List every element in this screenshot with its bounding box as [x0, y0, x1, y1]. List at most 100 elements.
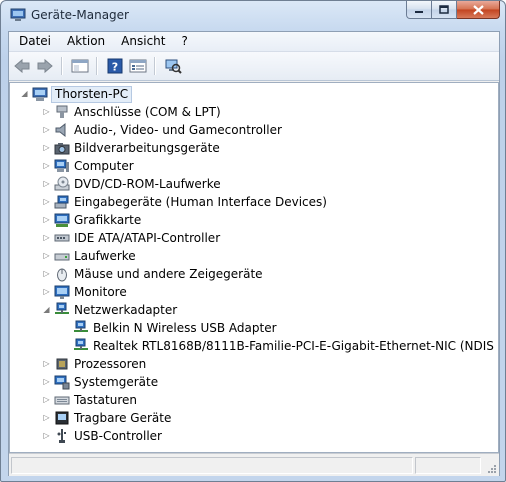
speaker-icon	[55, 122, 66, 138]
tree-category-row[interactable]: ▷ Bildverarbeitungsgeräte	[10, 139, 490, 157]
expand-arrow-icon[interactable]: ▷	[42, 161, 51, 170]
expand-arrow-icon[interactable]: ▷	[42, 359, 51, 368]
help-icon: ?	[107, 58, 123, 74]
tree-category-row[interactable]: ▷ Computer	[10, 157, 490, 175]
menu-datei[interactable]: Datei	[9, 32, 59, 51]
expand-arrow-icon[interactable]: ▷	[42, 125, 51, 134]
expand-arrow-icon[interactable]: ▷	[42, 269, 51, 278]
tree-item-label[interactable]: Prozessoren	[74, 355, 146, 373]
collapse-arrow-icon[interactable]: ◢	[42, 305, 51, 314]
menu-aktion[interactable]: Aktion	[59, 32, 113, 51]
tree-item-label[interactable]: Netzwerkadapter	[74, 301, 177, 319]
maximize-button[interactable]	[432, 1, 457, 19]
collapse-arrow-icon[interactable]: ◢	[20, 89, 29, 98]
scan-hardware-button[interactable]	[163, 56, 183, 76]
tree-category-row[interactable]: ▷ IDE ATA/ATAPI-Controller	[10, 229, 490, 247]
tree-item-label[interactable]: DVD/CD-ROM-Laufwerke	[74, 175, 221, 193]
back-icon	[14, 58, 30, 74]
ide-controller-icon	[54, 234, 70, 242]
properties-button[interactable]	[128, 56, 148, 76]
menu-help[interactable]: ?	[173, 32, 195, 51]
camera-icon	[54, 143, 70, 155]
tree-category-row[interactable]: ▷ Laufwerke	[10, 247, 490, 265]
tree-item-label[interactable]: Belkin N Wireless USB Adapter	[93, 319, 277, 337]
expand-arrow-icon[interactable]: ▷	[42, 233, 51, 242]
tree-category-row[interactable]: ▷ Tragbare Geräte	[10, 409, 490, 427]
tree-category-row[interactable]: ◢ Netzwerkadapter	[10, 301, 490, 319]
tree-item-label[interactable]: IDE ATA/ATAPI-Controller	[74, 229, 220, 247]
tree-item-label[interactable]: Laufwerke	[74, 247, 136, 265]
computer-root-icon	[32, 87, 48, 101]
menu-ansicht[interactable]: Ansicht	[113, 32, 173, 51]
minimize-button[interactable]	[406, 1, 432, 19]
expand-arrow-icon[interactable]: ▷	[42, 413, 51, 422]
tree-category-row[interactable]: ▷ Mäuse und andere Zeigegeräte	[10, 265, 490, 283]
device-manager-window: Geräte-Manager Datei Aktion Ansicht ? ? …	[0, 0, 506, 482]
expand-arrow-icon[interactable]: ▷	[42, 431, 51, 440]
expand-arrow-icon[interactable]: ▷	[42, 107, 51, 116]
system-device-icon	[54, 375, 70, 390]
tree-category-row[interactable]: ▷ Monitore	[10, 283, 490, 301]
expand-arrow-icon[interactable]: ▷	[42, 251, 51, 260]
menu-bar: Datei Aktion Ansicht ?	[9, 32, 499, 52]
back-button[interactable]	[12, 56, 32, 76]
scan-hardware-icon	[165, 59, 182, 74]
help-button[interactable]: ?	[105, 56, 125, 76]
tree-category-row[interactable]: ▷ Anschlüsse (COM & LPT)	[10, 103, 490, 121]
tree-item-label[interactable]: Monitore	[74, 283, 127, 301]
forward-icon	[37, 58, 53, 74]
tree-category-row[interactable]: ▷ USB-Controller	[10, 427, 490, 445]
status-pane-main	[11, 457, 413, 474]
tree-item-label[interactable]: Tragbare Geräte	[74, 409, 171, 427]
tree-item-label[interactable]: Bildverarbeitungsgeräte	[74, 139, 220, 157]
tree-item-label[interactable]: Realtek RTL8168B/8111B-Familie-PCI-E-Gig…	[93, 337, 498, 355]
tree-category-row[interactable]: ▷ Audio-, Video- und Gamecontroller	[10, 121, 490, 139]
resize-grip-icon[interactable]	[487, 464, 497, 474]
keyboard-icon	[54, 396, 70, 405]
tree-item-label[interactable]: Computer	[74, 157, 134, 175]
expand-arrow-icon[interactable]: ▷	[42, 377, 51, 386]
tree-item-label[interactable]: Tastaturen	[74, 391, 137, 409]
title-bar[interactable]: Geräte-Manager	[1, 1, 505, 31]
status-pane-secondary	[415, 457, 481, 474]
tree-item-label[interactable]: USB-Controller	[74, 427, 162, 445]
tree-item-label[interactable]: Eingabegeräte (Human Interface Devices)	[74, 193, 327, 211]
tree-item-label[interactable]: Anschlüsse (COM & LPT)	[74, 103, 221, 121]
status-bar	[9, 453, 499, 476]
expand-arrow-icon[interactable]: ▷	[42, 395, 51, 404]
display-adapter-icon	[54, 213, 70, 227]
network-adapter-icon	[74, 320, 88, 332]
minimize-icon	[415, 10, 423, 13]
console-tree-button[interactable]	[70, 56, 90, 76]
tree-item-label[interactable]: Mäuse und andere Zeigegeräte	[74, 265, 263, 283]
forward-button[interactable]	[35, 56, 55, 76]
device-tree[interactable]: ◢ Thorsten-PC ▷ Anschlüsse (COM & LPT) ▷ Au…	[9, 82, 499, 453]
tree-category-row[interactable]: ▷ Systemgeräte	[10, 373, 490, 391]
tree-category-row[interactable]: ▷ Eingabegeräte (Human Interface Devices)	[10, 193, 490, 211]
expand-arrow-icon[interactable]: ▷	[42, 143, 51, 152]
tree-root-row[interactable]: ◢ Thorsten-PC	[10, 85, 490, 103]
tree-item-label[interactable]: Systemgeräte	[74, 373, 158, 391]
portable-device-icon	[55, 411, 69, 425]
properties-icon	[129, 59, 147, 73]
monitor-icon	[54, 285, 70, 299]
tree-device-row[interactable]: Belkin N Wireless USB Adapter	[10, 319, 490, 337]
tree-category-row[interactable]: ▷ Tastaturen	[10, 391, 490, 409]
expand-arrow-icon[interactable]: ▷	[42, 179, 51, 188]
console-tree-icon	[71, 59, 89, 73]
close-button[interactable]	[457, 1, 500, 19]
tree-category-row[interactable]: ▷ Grafikkarte	[10, 211, 490, 229]
disk-drive-icon	[54, 253, 70, 261]
tree-device-row[interactable]: Realtek RTL8168B/8111B-Familie-PCI-E-Gig…	[10, 337, 498, 355]
tree-root-label[interactable]: Thorsten-PC	[51, 86, 133, 103]
usb-icon	[57, 429, 66, 443]
tree-item-label[interactable]: Grafikkarte	[74, 211, 141, 229]
tree-category-row[interactable]: ▷ DVD/CD-ROM-Laufwerke	[10, 175, 490, 193]
tree-item-label[interactable]: Audio-, Video- und Gamecontroller	[74, 121, 282, 139]
processor-icon	[56, 358, 68, 370]
disc-drive-icon	[54, 176, 70, 191]
tree-category-row[interactable]: ▷ Prozessoren	[10, 355, 490, 373]
expand-arrow-icon[interactable]: ▷	[42, 197, 51, 206]
expand-arrow-icon[interactable]: ▷	[42, 215, 51, 224]
expand-arrow-icon[interactable]: ▷	[42, 287, 51, 296]
